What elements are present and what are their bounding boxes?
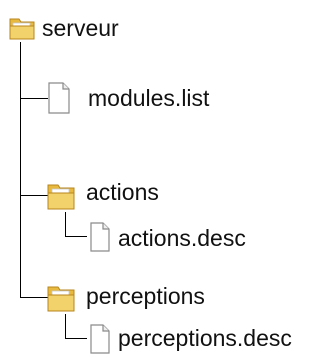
folder-icon (9, 18, 35, 40)
file-icon (48, 82, 70, 114)
file-tree: serveur modules.list actions actions.des… (0, 0, 323, 354)
tree-item-serveur[interactable]: serveur (8, 10, 148, 46)
folder-icon (47, 184, 75, 210)
folder-icon (47, 286, 75, 312)
tree-item-label: perceptions (86, 283, 205, 309)
tree-item-label: actions (86, 179, 159, 205)
tree-item-actions-desc[interactable]: actions.desc (88, 220, 288, 256)
tree-connector-perceptions-child (65, 314, 66, 338)
tree-item-label: modules.list (88, 85, 210, 111)
tree-item-label: serveur (42, 15, 119, 41)
tree-connector-actions-child (65, 212, 66, 236)
tree-item-perceptions-desc[interactable]: perceptions.desc (88, 322, 323, 358)
tree-connector-root (20, 42, 21, 298)
tree-item-actions[interactable]: actions (46, 178, 206, 214)
tree-connector-modules (20, 98, 48, 99)
tree-item-label: actions.desc (118, 225, 246, 251)
tree-connector-perceptions (20, 297, 48, 298)
tree-item-label: perceptions.desc (118, 325, 292, 351)
tree-connector-actions (20, 195, 48, 196)
tree-connector-perceptions-desc (65, 338, 87, 339)
tree-item-perceptions[interactable]: perceptions (46, 280, 246, 316)
tree-item-modules-list[interactable]: modules.list (46, 80, 246, 116)
file-icon (90, 324, 110, 354)
file-icon (90, 222, 110, 252)
tree-connector-actions-desc (65, 236, 87, 237)
